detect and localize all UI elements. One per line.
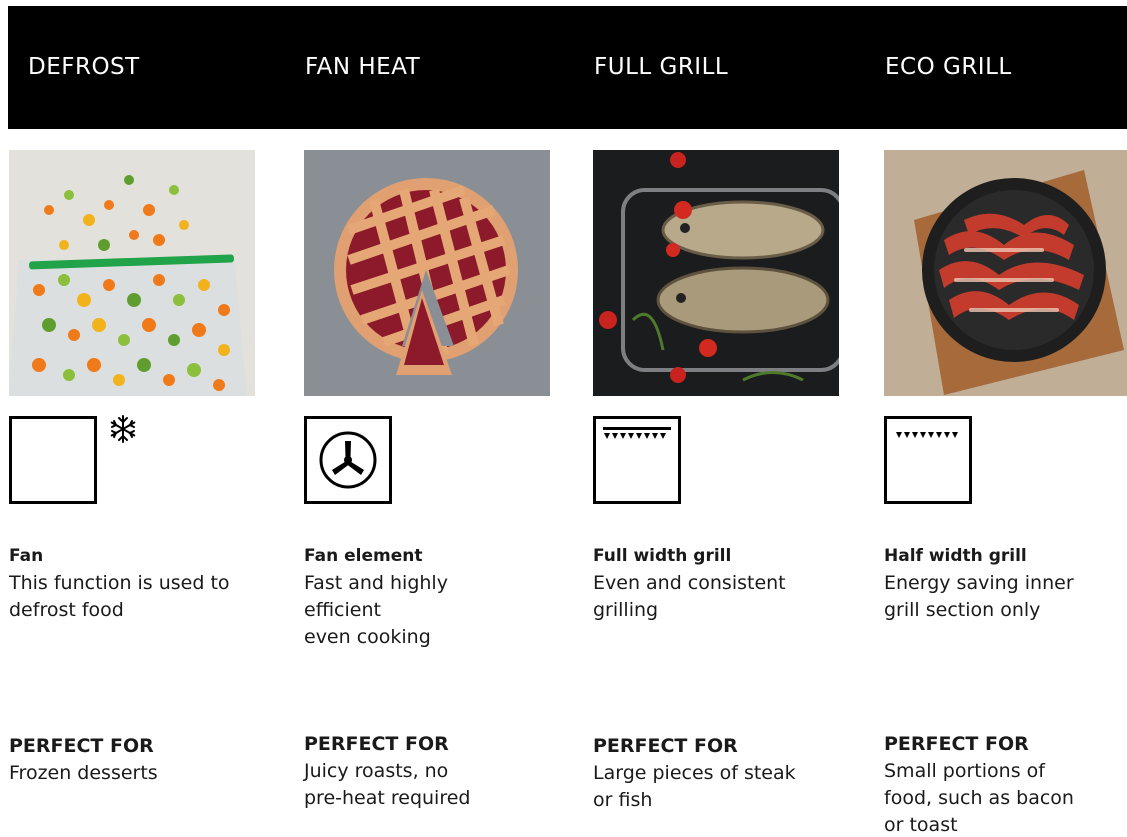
- description-title: Fan: [9, 546, 44, 566]
- lattice-pie-image: [304, 150, 550, 396]
- description-title: Full width grill: [593, 546, 732, 566]
- title-defrost: DEFROST: [28, 54, 140, 80]
- description-text: This function is used to defrost food: [9, 572, 230, 621]
- description-text: Energy saving inner grill section only: [884, 572, 1074, 621]
- description-eco-grill: Half width grill Energy saving inner gri…: [884, 543, 1127, 624]
- description-text: Fast and highly efficient even cooking: [304, 572, 448, 648]
- description-title: Half width grill: [884, 546, 1027, 566]
- oven-box-icon: [9, 416, 97, 504]
- title-eco-grill: ECO GRILL: [885, 54, 1012, 80]
- title-fan-heat: FAN HEAT: [305, 54, 421, 80]
- full-grill-icon: [593, 416, 681, 504]
- fan-element-icon: [304, 416, 392, 504]
- description-title: Fan element: [304, 546, 423, 566]
- perfect-for-label: PERFECT FOR: [593, 735, 738, 757]
- perfect-for-label: PERFECT FOR: [884, 733, 1029, 755]
- perfect-for-label: PERFECT FOR: [9, 735, 154, 757]
- perfect-for-defrost: PERFECT FOR Frozen desserts: [9, 733, 269, 787]
- eco-grill-icon: [884, 416, 972, 504]
- title-full-grill: FULL GRILL: [594, 54, 729, 80]
- perfect-for-full-grill: PERFECT FOR Large pieces of steak or fis…: [593, 733, 853, 814]
- grilled-fish-image: [593, 150, 839, 396]
- description-fan-heat: Fan element Fast and highly efficient ev…: [304, 543, 564, 651]
- frozen-vegetables-bag-image: [9, 150, 255, 396]
- description-defrost: Fan This function is used to defrost foo…: [9, 543, 269, 624]
- snowflake-icon: [108, 414, 138, 444]
- perfect-for-eco-grill: PERFECT FOR Small portions of food, such…: [884, 731, 1127, 837]
- oven-functions-page: DEFROST FAN HEAT FULL GRILL ECO GRILL Fa…: [0, 0, 1127, 837]
- bacon-plate-image: [884, 150, 1127, 396]
- perfect-for-fan-heat: PERFECT FOR Juicy roasts, no pre-heat re…: [304, 731, 564, 812]
- description-full-grill: Full width grill Even and consistent gri…: [593, 543, 853, 624]
- perfect-for-text: Frozen desserts: [9, 762, 158, 784]
- perfect-for-text: Large pieces of steak or fish: [593, 762, 796, 811]
- perfect-for-text: Juicy roasts, no pre-heat required: [304, 760, 471, 809]
- perfect-for-text: Small portions of food, such as bacon or…: [884, 760, 1074, 836]
- description-text: Even and consistent grilling: [593, 572, 786, 621]
- perfect-for-label: PERFECT FOR: [304, 733, 449, 755]
